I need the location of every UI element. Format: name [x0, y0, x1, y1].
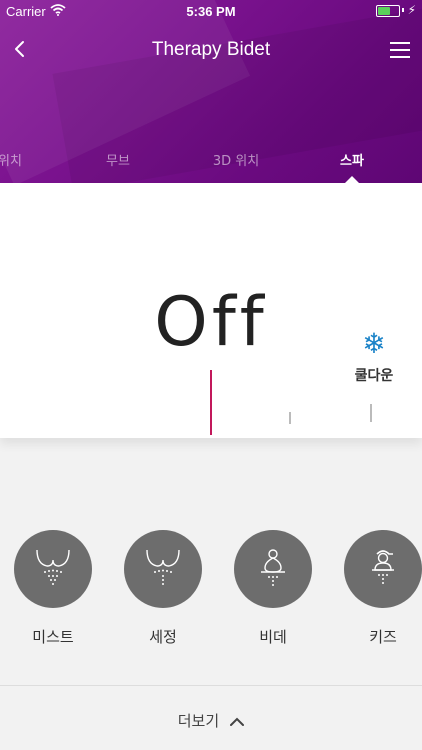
mode-list: 미스트 세정 비데 키즈: [0, 530, 422, 650]
cooldown-button[interactable]: ❄ 쿨다운: [344, 329, 404, 385]
snowflake-icon: ❄: [362, 327, 386, 360]
level-tick: [370, 404, 372, 422]
tab-position[interactable]: 위치: [0, 150, 22, 169]
menu-button[interactable]: [390, 42, 410, 58]
mode-label: 세정: [149, 628, 177, 646]
mode-kids[interactable]: 키즈: [343, 530, 422, 647]
navigation-bar: Therapy Bidet: [0, 28, 422, 72]
mode-label: 비데: [259, 628, 287, 646]
control-panel: Off ❄ 쿨다운: [0, 183, 422, 438]
tab-move[interactable]: 무브: [106, 150, 130, 169]
tab-bar: 위치 무브 3D 위치 스파: [0, 146, 422, 170]
status-bar: Carrier 5:36 PM ⚡: [0, 0, 422, 22]
more-label: 더보기: [177, 712, 220, 730]
tab-3d-position[interactable]: 3D 위치: [213, 150, 259, 169]
mode-mist[interactable]: 미스트: [13, 530, 93, 647]
chevron-up-icon: [230, 712, 245, 731]
hamburger-menu-icon: [390, 42, 410, 44]
charging-icon: ⚡: [407, 3, 416, 17]
clock: 5:36 PM: [186, 4, 236, 19]
cooldown-label: 쿨다운: [354, 368, 394, 384]
kids-icon: [344, 530, 422, 608]
level-indicator: [210, 370, 212, 435]
more-button[interactable]: 더보기: [0, 685, 422, 748]
bidet-icon: [234, 530, 312, 608]
page-title: Therapy Bidet: [151, 39, 271, 60]
battery-level: [378, 7, 390, 15]
mist-icon: [14, 530, 92, 608]
mode-label: 미스트: [32, 628, 74, 646]
level-tick: [289, 412, 291, 424]
mode-bidet[interactable]: 비데: [233, 530, 313, 647]
battery-icon: [376, 5, 400, 17]
mode-label: 키즈: [369, 628, 397, 646]
wash-icon: [124, 530, 202, 608]
mode-wash[interactable]: 세정: [123, 530, 203, 647]
tab-spa[interactable]: 스파: [340, 150, 364, 169]
battery-tip: [402, 8, 404, 12]
